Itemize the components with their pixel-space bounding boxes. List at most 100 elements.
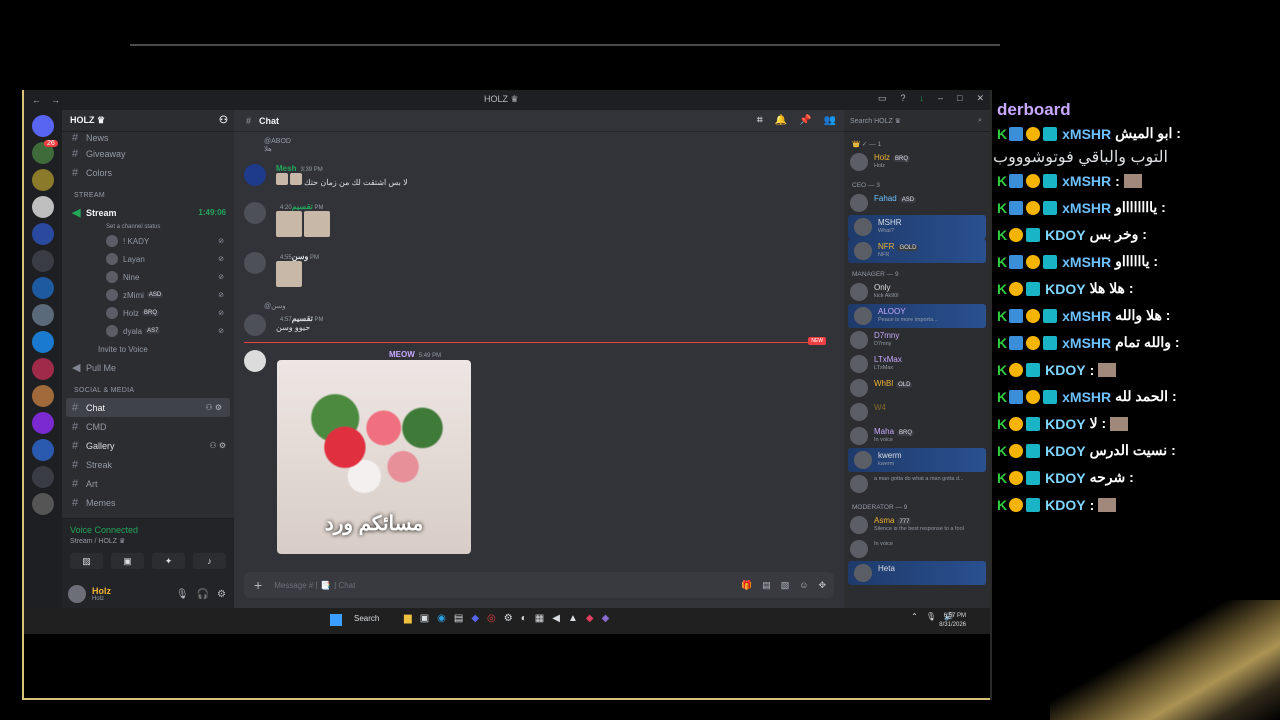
maximize-button[interactable]: □ <box>957 93 962 104</box>
server-icon[interactable] <box>32 304 54 326</box>
camera-button[interactable]: ▨ <box>70 553 103 569</box>
channel-art[interactable]: # Art <box>62 474 234 493</box>
member-item[interactable]: WhBl OLD <box>844 376 990 400</box>
voice-channel-stream[interactable]: ◀ Stream 1:49:06 <box>62 203 234 222</box>
settings-icon[interactable]: ⚙ <box>504 613 513 624</box>
microphone-icon[interactable]: 🎙 <box>176 589 189 600</box>
member-item[interactable]: NFR GOLD NFR <box>848 239 986 263</box>
server-icon[interactable] <box>32 331 54 353</box>
channel-status[interactable]: Set a channel status <box>62 222 234 232</box>
windows-start-icon[interactable] <box>330 614 342 626</box>
voice-user[interactable]: Holz BRQ ⊘ <box>62 304 234 322</box>
reply-reference[interactable]: @وسن <box>264 302 286 310</box>
headphones-icon[interactable]: 🎧 <box>197 589 209 600</box>
member-item[interactable]: Asma 777 Silence is the best response to a… <box>844 513 990 537</box>
invite-people-icon[interactable]: ⚇ <box>219 115 228 126</box>
member-item[interactable]: In voice <box>844 537 990 561</box>
member-item[interactable]: Maha BRQ In voice <box>844 424 990 448</box>
voice-user[interactable]: ! KADY ⊘ <box>62 232 234 250</box>
avatar[interactable] <box>244 350 266 372</box>
rose-image-attachment[interactable]: مسائكم ورد <box>277 360 471 554</box>
chrome-icon[interactable]: ◎ <box>487 613 496 624</box>
message-composer[interactable]: + Message # ⌈ 📑 ⌋ Chat 🎁 ▤ ▧ ☺ ✥ <box>244 572 834 598</box>
app-icon[interactable]: ▲ <box>568 613 578 624</box>
channel-news[interactable]: # News <box>62 132 234 144</box>
server-icon[interactable] <box>32 196 54 218</box>
reply-reference[interactable]: @ABOD هلا <box>264 138 291 153</box>
threads-icon[interactable]: ⌗ <box>757 115 763 126</box>
invite-to-voice[interactable]: Invite to Voice <box>62 340 234 358</box>
server-icon[interactable] <box>32 223 54 245</box>
steam-icon[interactable]: ◐ <box>521 613 527 624</box>
avatar[interactable] <box>244 164 266 186</box>
member-item[interactable]: W4 <box>844 400 990 424</box>
avatar[interactable] <box>244 202 266 224</box>
channel-memes[interactable]: # Memes <box>62 493 234 512</box>
message-author[interactable]: تقسيم <box>292 202 313 211</box>
server-icon[interactable] <box>32 169 54 191</box>
server-icon[interactable] <box>32 277 54 299</box>
download-icon[interactable]: ↓ <box>920 93 925 104</box>
microphone-icon[interactable]: 🎙 <box>926 612 936 621</box>
member-item[interactable]: Fahad ASD <box>844 191 990 215</box>
activity-button[interactable]: ✦ <box>152 553 185 569</box>
channel-colors[interactable]: # Colors <box>62 163 234 182</box>
voice-channel-pull-me[interactable]: ◀ Pull Me <box>62 358 234 377</box>
close-button[interactable]: ✕ <box>976 93 984 104</box>
pin-icon[interactable]: 📌 <box>799 115 811 126</box>
member-item[interactable]: Only kick Ak90l <box>844 280 990 304</box>
forward-arrow-icon[interactable]: → <box>51 95 60 105</box>
apps-icon[interactable]: ✥ <box>818 580 826 591</box>
avatar[interactable] <box>244 252 266 274</box>
message-input[interactable]: Message # ⌈ 📑 ⌋ Chat <box>274 581 355 590</box>
member-item[interactable]: Heta <box>848 561 986 585</box>
screen-share-button[interactable]: ▣ <box>111 553 144 569</box>
gif-icon[interactable]: ▤ <box>762 580 771 591</box>
channel-chat[interactable]: # Chat ⚇ ⚙ <box>66 398 230 417</box>
taskbar-search[interactable]: Search <box>354 614 379 623</box>
soundboard-button[interactable]: ♪ <box>193 553 226 569</box>
channel-giveaway[interactable]: # Giveaway <box>62 144 234 163</box>
category-social-media[interactable]: SOCIAL & MEDIA <box>62 377 234 398</box>
plus-icon[interactable]: + <box>254 577 262 593</box>
message-author[interactable]: تقسيم <box>292 314 313 323</box>
channel-settings-icon[interactable]: ⚇ ⚙ <box>205 403 222 412</box>
member-item[interactable]: ALOOY Peace is more importa... <box>848 304 986 328</box>
app-icon[interactable]: ◀ <box>552 613 560 624</box>
server-header[interactable]: HOLZ ♛ ⚇ <box>62 110 234 132</box>
channel-gallery[interactable]: # Gallery ⚇ ⚙ <box>62 436 234 455</box>
avatar[interactable] <box>68 585 86 603</box>
server-icon[interactable] <box>32 493 54 515</box>
app-icon[interactable]: ◆ <box>602 613 610 624</box>
system-clock[interactable]: 6:57 PM 8/31/2026 <box>939 612 966 630</box>
discord-icon[interactable]: ◆ <box>471 613 479 624</box>
terminal-icon[interactable]: ▤ <box>454 613 463 624</box>
server-icon[interactable] <box>32 412 54 434</box>
member-item[interactable]: LTxMax LTxMax <box>844 352 990 376</box>
server-icon[interactable] <box>32 250 54 272</box>
member-item[interactable]: D7mny D7mny <box>844 328 990 352</box>
server-icon[interactable] <box>32 358 54 380</box>
member-item[interactable]: MSHR What? <box>848 215 986 239</box>
tray-overflow-icon[interactable]: ⌃ <box>911 612 918 621</box>
inbox-icon[interactable]: ▭ <box>878 93 887 104</box>
search-input[interactable]: Search HOLZ ♛ ⌕ <box>844 110 990 132</box>
direct-messages-icon[interactable] <box>32 115 54 137</box>
back-arrow-icon[interactable]: ← <box>32 95 41 105</box>
app-icon[interactable]: ▦ <box>535 613 544 624</box>
message-author[interactable]: Mesh <box>276 164 296 173</box>
avatar[interactable] <box>244 314 266 336</box>
member-item[interactable]: a man gotta do what a man gotta d... <box>844 472 990 496</box>
server-icon[interactable] <box>32 466 54 488</box>
voice-user[interactable]: dyala AS7 ⊘ <box>62 322 234 340</box>
message-author[interactable]: وسن <box>292 252 309 261</box>
voice-user[interactable]: Nine ⊘ <box>62 268 234 286</box>
voice-connected-channel[interactable]: Stream / HOLZ ♛ <box>70 537 226 545</box>
emoji-icon[interactable]: ☺ <box>799 580 808 591</box>
channel-cmd[interactable]: # CMD <box>62 417 234 436</box>
server-icon[interactable] <box>32 385 54 407</box>
voice-user[interactable]: zMimi ASD ⊘ <box>62 286 234 304</box>
file-explorer-icon[interactable]: ▆ <box>404 613 412 624</box>
store-icon[interactable]: ▣ <box>420 613 429 624</box>
member-item[interactable]: kwerm kwerm <box>848 448 986 472</box>
